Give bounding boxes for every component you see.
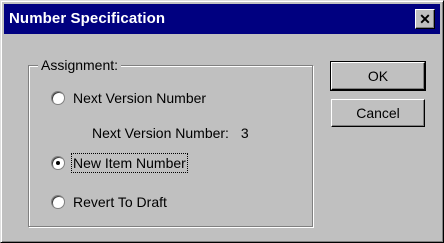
radio-new-item-number[interactable]: New Item Number <box>51 153 188 173</box>
radio-label-next-version-number: Next Version Number <box>73 90 207 106</box>
radio-button-icon[interactable] <box>51 195 65 209</box>
radio-next-version-number[interactable]: Next Version Number <box>51 90 206 106</box>
window-title: Number Specification <box>9 10 166 27</box>
radio-button-checked-icon[interactable] <box>51 156 65 170</box>
next-version-label: Next Version Number: <box>92 125 229 141</box>
assignment-label: Assignment: <box>38 57 122 73</box>
radio-label-revert-to-draft: Revert To Draft <box>73 194 167 210</box>
assignment-groupbox: Assignment: Next Version Number Next Ver… <box>28 57 313 227</box>
ok-button[interactable]: OK <box>330 61 426 91</box>
number-specification-dialog: Number Specification ✕ Assignment: Next … <box>0 0 444 243</box>
next-version-info: Next Version Number: 3 <box>92 125 249 141</box>
next-version-value: 3 <box>240 125 249 141</box>
close-button[interactable]: ✕ <box>415 9 435 29</box>
close-icon: ✕ <box>419 11 431 27</box>
radio-label-new-item-number: New Item Number <box>71 153 188 173</box>
title-bar[interactable]: Number Specification ✕ <box>4 4 440 34</box>
radio-button-icon[interactable] <box>51 91 65 105</box>
cancel-button[interactable]: Cancel <box>331 99 425 127</box>
radio-revert-to-draft[interactable]: Revert To Draft <box>51 194 167 210</box>
